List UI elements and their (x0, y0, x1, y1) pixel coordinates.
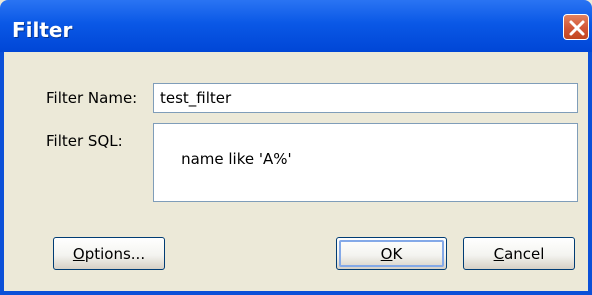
options-button[interactable]: Options... (53, 237, 165, 270)
filter-dialog: Filter Filter Name: test_filter Filter S… (0, 0, 592, 295)
window-frame-left (0, 52, 4, 295)
window-frame-right (588, 52, 592, 295)
filter-name-label: Filter Name: (46, 89, 138, 107)
options-mnemonic: O (72, 244, 85, 263)
filter-sql-label: Filter SQL: (46, 132, 123, 150)
close-button[interactable] (563, 14, 589, 40)
cancel-rest: ancel (504, 244, 545, 263)
ok-button-label: OK (381, 245, 403, 263)
cancel-button[interactable]: Cancel (463, 237, 575, 270)
ok-mnemonic: O (380, 244, 393, 263)
title-bar[interactable]: Filter (0, 0, 592, 52)
filter-sql-textarea[interactable]: name like 'A%' (153, 123, 578, 202)
cancel-button-label: Cancel (494, 245, 545, 263)
window-title: Filter (12, 18, 73, 42)
ok-rest: K (392, 244, 403, 263)
options-rest: ptions... (84, 244, 146, 263)
ok-button[interactable]: OK (336, 237, 447, 270)
window-frame-bottom (0, 291, 592, 295)
options-button-label: Options... (73, 245, 145, 263)
filter-name-value: test_filter (160, 89, 232, 107)
close-icon (569, 20, 585, 36)
filter-sql-value: name like 'A%' (181, 150, 292, 168)
filter-name-input[interactable]: test_filter (153, 83, 578, 113)
cancel-mnemonic: C (493, 244, 505, 263)
